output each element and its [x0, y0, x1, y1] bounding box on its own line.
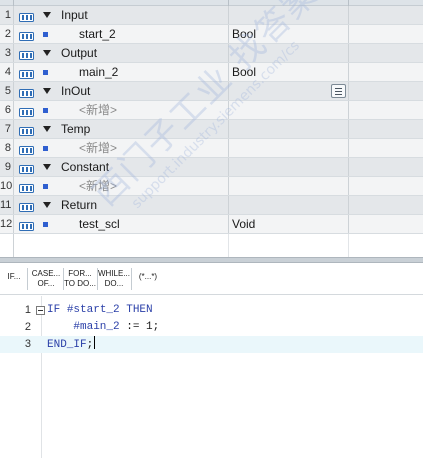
interface-param-icon: [19, 106, 34, 117]
interface-row[interactable]: 1 Input: [0, 6, 423, 25]
row-number: 12: [0, 218, 13, 230]
line-number: 3: [24, 338, 31, 350]
variable-square-icon: [43, 70, 48, 75]
interface-row[interactable]: 2 start_2 Bool: [0, 25, 423, 44]
code-token: END_IF: [47, 339, 87, 351]
code-token: THEN: [119, 304, 153, 316]
data-type-cell[interactable]: Void: [232, 215, 255, 233]
row-number: 10: [0, 180, 13, 192]
data-type-cell[interactable]: Bool: [232, 63, 256, 81]
add-new-placeholder[interactable]: <新增>: [79, 177, 117, 195]
row-number: 8: [4, 142, 11, 154]
code-token: ;: [152, 321, 160, 333]
row-number: 5: [4, 85, 11, 97]
code-token: #start_2: [66, 304, 120, 316]
variable-square-icon: [43, 32, 48, 37]
section-name: Return: [61, 198, 98, 212]
if-button[interactable]: IF...: [4, 267, 24, 291]
code-token: IF: [47, 304, 67, 316]
line-number: 2: [24, 321, 31, 333]
code-text: #main_2 := 1;: [47, 319, 159, 336]
interface-empty-area[interactable]: [0, 234, 423, 257]
collapse-triangle-icon[interactable]: [43, 88, 51, 94]
code-text: END_IF;: [47, 336, 96, 354]
collapse-triangle-icon[interactable]: [43, 12, 51, 18]
comment-button[interactable]: (*...*): [134, 267, 162, 291]
row-number: 1: [4, 9, 11, 21]
datatype-browse-icon[interactable]: [331, 84, 346, 98]
interface-table: 1 Input 2 start_2 Bool 3 Output 4 main_2 Bool 5 InO…: [0, 0, 423, 257]
interface-param-icon: [19, 201, 34, 212]
fold-collapse-icon[interactable]: [36, 306, 45, 315]
add-new-placeholder[interactable]: <新增>: [79, 139, 117, 157]
interface-param-icon: [19, 163, 34, 174]
row-number: 7: [4, 123, 11, 135]
interface-param-icon: [19, 49, 34, 60]
row-number: 11: [0, 199, 12, 211]
section-name: InOut: [61, 84, 91, 98]
row-number: 9: [4, 161, 11, 173]
variable-name: start_2: [79, 27, 116, 41]
case-of-button[interactable]: CASE... OF...: [30, 267, 62, 291]
code-line[interactable]: 2 #main_2 := 1;: [0, 319, 423, 336]
code-token: ;: [86, 339, 94, 351]
interface-param-icon: [19, 30, 34, 41]
section-name: Input: [61, 8, 88, 22]
code-line[interactable]: 1 IF #start_2 THEN: [0, 302, 423, 319]
interface-row[interactable]: 8 <新增>: [0, 139, 423, 158]
row-number: 6: [4, 104, 11, 116]
add-new-placeholder[interactable]: <新增>: [79, 101, 117, 119]
collapse-triangle-icon[interactable]: [43, 50, 51, 56]
interface-row[interactable]: 5 InOut: [0, 82, 423, 101]
code-line[interactable]: 3 END_IF;: [0, 336, 423, 353]
line-number: 1: [24, 304, 31, 316]
row-number: 3: [4, 47, 11, 59]
section-name: Temp: [61, 122, 91, 136]
collapse-triangle-icon[interactable]: [43, 164, 51, 170]
interface-row[interactable]: 3 Output: [0, 44, 423, 63]
code-token: #main_2: [47, 321, 120, 333]
row-number: 4: [4, 66, 11, 78]
scl-code-editor[interactable]: 1 IF #start_2 THEN 2 #main_2 := 1; 3 END_IF;: [0, 296, 423, 458]
interface-row[interactable]: 6 <新增>: [0, 101, 423, 120]
interface-param-icon: [19, 125, 34, 136]
interface-row[interactable]: 10 <新增>: [0, 177, 423, 196]
data-type-cell[interactable]: Bool: [232, 25, 256, 43]
variable-square-icon: [43, 108, 48, 113]
interface-row[interactable]: 11 Return: [0, 196, 423, 215]
interface-param-icon: [19, 144, 34, 155]
interface-param-icon: [19, 68, 34, 79]
for-to-do-button[interactable]: FOR... TO DO...: [64, 267, 96, 291]
instruction-toolbar: IF... CASE... OF... FOR... TO DO... WHIL…: [0, 263, 423, 295]
row-number: 2: [4, 28, 11, 40]
section-name: Constant: [61, 160, 110, 174]
code-token: :=: [119, 321, 147, 333]
interface-row[interactable]: 12 test_scl Void: [0, 215, 423, 234]
interface-param-icon: [19, 220, 34, 231]
interface-param-icon: [19, 11, 34, 22]
interface-param-icon: [19, 182, 34, 193]
variable-square-icon: [43, 222, 48, 227]
collapse-triangle-icon[interactable]: [43, 126, 51, 132]
interface-row[interactable]: 9 Constant: [0, 158, 423, 177]
collapse-triangle-icon[interactable]: [43, 202, 51, 208]
while-do-button[interactable]: WHILE... DO...: [98, 267, 130, 291]
interface-row[interactable]: 4 main_2 Bool: [0, 63, 423, 82]
section-name: Output: [61, 46, 98, 60]
variable-name: test_scl: [79, 217, 120, 231]
interface-row[interactable]: 7 Temp: [0, 120, 423, 139]
code-token: 1: [146, 321, 153, 333]
interface-param-icon: [19, 87, 34, 98]
code-text: IF #start_2 THEN: [47, 302, 153, 319]
variable-name: main_2: [79, 65, 119, 79]
variable-square-icon: [43, 146, 48, 151]
text-caret: [94, 336, 96, 349]
variable-square-icon: [43, 184, 48, 189]
